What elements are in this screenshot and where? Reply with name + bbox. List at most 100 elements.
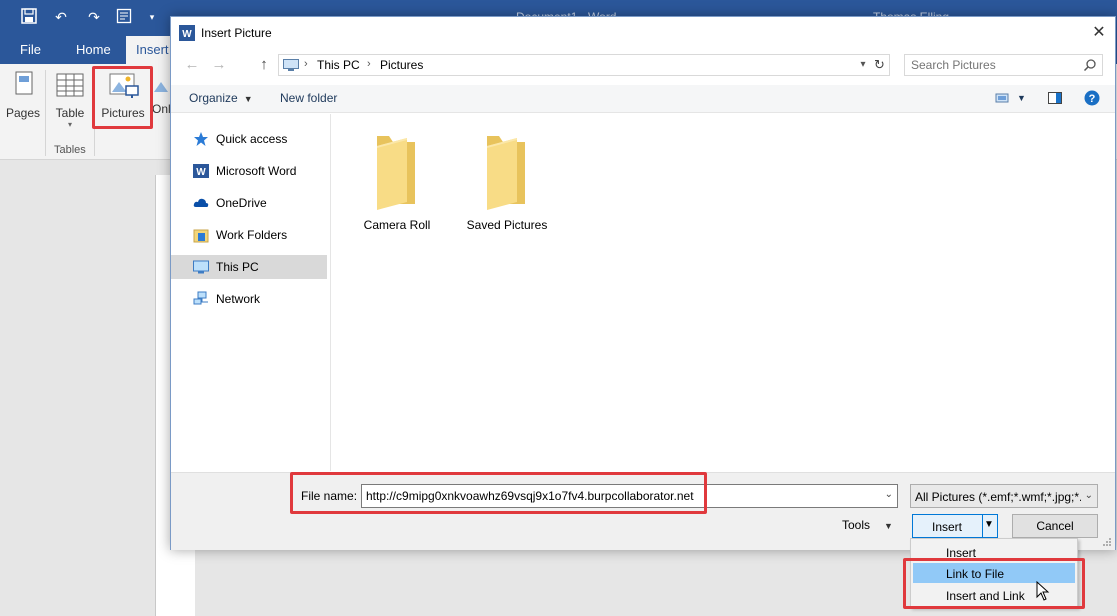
search-box[interactable]	[904, 54, 1103, 76]
svg-text:W: W	[196, 167, 206, 178]
menu-item-insert[interactable]: Insert	[913, 542, 1075, 562]
table-caret-icon: ▾	[67, 120, 72, 129]
nav-item-microsoft-word[interactable]: W Microsoft Word	[171, 159, 327, 183]
file-type-dropdown-icon: ⌄	[1084, 490, 1093, 501]
breadcrumb-separator: ›	[304, 58, 308, 70]
navigation-row: ← → ↑ › This PC › Pictures ▾ ↻	[171, 51, 1115, 79]
change-view-icon[interactable]	[994, 90, 1010, 106]
organize-label: Organize	[189, 91, 238, 105]
file-list: Camera Roll Saved Pictures	[332, 114, 1115, 471]
nav-label-work-folders: Work Folders	[216, 228, 288, 242]
tab-file[interactable]: File	[10, 36, 51, 64]
organize-button[interactable]: Organize ▼	[189, 91, 253, 105]
up-arrow-icon[interactable]: ↑	[253, 55, 275, 75]
preview-pane-icon[interactable]	[1047, 90, 1063, 106]
computer-icon	[283, 59, 299, 71]
nav-label-microsoft-word: Microsoft Word	[216, 164, 297, 178]
folder-label: Saved Pictures	[466, 218, 548, 232]
cloud-icon	[193, 198, 209, 207]
nav-label-onedrive: OneDrive	[216, 196, 267, 210]
folder-camera-roll[interactable]: Camera Roll	[352, 132, 442, 232]
customize-qat-icon[interactable]: ▾	[143, 8, 161, 26]
network-icon	[193, 291, 208, 305]
table-icon	[56, 73, 84, 97]
help-icon[interactable]: ?	[1084, 90, 1100, 106]
dialog-title: Insert Picture	[201, 26, 272, 40]
nav-item-network[interactable]: Network	[171, 287, 327, 311]
file-type-value: All Pictures (*.emf;*.wmf;*.jpg;*.jpeg;*…	[915, 490, 1081, 504]
split-divider	[982, 515, 983, 537]
svg-text:?: ?	[1089, 93, 1096, 105]
file-name-input[interactable]	[362, 485, 872, 507]
pages-label: Pages	[6, 106, 41, 120]
file-name-label: File name:	[301, 489, 358, 503]
folder-icon	[377, 136, 415, 210]
save-icon[interactable]	[20, 8, 38, 26]
menu-item-link-to-file[interactable]: Link to File	[913, 563, 1075, 583]
view-options-caret-icon[interactable]: ▼	[1017, 93, 1026, 103]
table-label: Table	[55, 106, 85, 120]
dialog-toolbar: Organize ▼ New folder ▼ ?	[171, 85, 1115, 113]
computer-icon	[193, 260, 209, 274]
new-folder-button[interactable]: New folder	[280, 91, 337, 105]
pictures-icon	[109, 73, 139, 98]
file-name-dropdown-icon[interactable]: ⌄	[885, 489, 893, 500]
insert-options-menu: Insert Link to File Insert and Link	[910, 538, 1078, 608]
insert-dropdown-arrow-icon[interactable]: ▼	[984, 519, 994, 530]
organize-caret-icon: ▼	[243, 94, 253, 104]
menu-item-insert-and-link[interactable]: Insert and Link	[913, 585, 1075, 605]
cancel-button[interactable]: Cancel	[1012, 514, 1098, 538]
folder-label: Camera Roll	[363, 218, 431, 232]
online-pictures-label: Online Pictures	[152, 102, 170, 116]
breadcrumb-this-pc[interactable]: This PC	[317, 58, 360, 72]
redo-icon[interactable]: ↷	[85, 8, 103, 26]
tools-label: Tools	[842, 518, 871, 532]
close-icon[interactable]: ✕	[1087, 22, 1111, 44]
undo-icon[interactable]: ↶	[52, 8, 70, 26]
folder-icon	[487, 136, 525, 210]
dialog-title-bar: W Insert Picture ✕	[171, 17, 1115, 48]
insert-split-button[interactable]: Insert ▼	[912, 514, 998, 538]
tables-group-label: Tables	[54, 144, 86, 156]
nav-item-onedrive[interactable]: OneDrive	[171, 191, 327, 215]
navigation-pane: Quick access W Microsoft Word OneDrive W…	[171, 114, 331, 471]
insert-button-label[interactable]: Insert	[913, 520, 981, 534]
nav-label-quick-access: Quick access	[216, 132, 288, 146]
pages-icon	[15, 71, 33, 95]
refresh-icon[interactable]: ↻	[870, 54, 890, 76]
menu-item-label: Insert	[946, 546, 977, 560]
ribbon-divider	[45, 70, 46, 156]
nav-label-network: Network	[216, 292, 261, 306]
folder-saved-pictures[interactable]: Saved Pictures	[462, 132, 552, 232]
nav-item-work-folders[interactable]: Work Folders	[171, 223, 327, 247]
pictures-button[interactable]: Pictures	[100, 68, 146, 120]
work-folders-icon	[193, 229, 209, 243]
file-name-combobox[interactable]: ⌄	[361, 484, 898, 508]
svg-text:W: W	[182, 29, 192, 40]
breadcrumb-separator: ›	[367, 58, 371, 70]
ribbon-divider	[94, 70, 95, 156]
file-type-select[interactable]: All Pictures (*.emf;*.wmf;*.jpg;*.jpeg;*…	[910, 484, 1098, 508]
address-bar[interactable]: › This PC › Pictures ▾	[278, 54, 888, 76]
insert-picture-dialog: W Insert Picture ✕ ← → ↑ › This PC › Pic…	[170, 16, 1116, 550]
tools-caret-icon: ▼	[884, 521, 893, 531]
back-arrow-icon[interactable]: ←	[181, 55, 203, 75]
print-layout-icon[interactable]	[115, 8, 133, 26]
tools-button[interactable]: Tools ▼	[842, 518, 893, 532]
forward-arrow-icon[interactable]: →	[208, 55, 230, 75]
online-pictures-icon	[154, 82, 168, 92]
search-input[interactable]	[905, 55, 1075, 75]
tab-home[interactable]: Home	[66, 36, 121, 64]
breadcrumb-pictures[interactable]: Pictures	[380, 58, 423, 72]
nav-item-quick-access[interactable]: Quick access	[171, 127, 327, 151]
table-button[interactable]: Table ▾	[52, 68, 88, 129]
address-history-dropdown-icon[interactable]: ▾	[856, 57, 870, 73]
star-icon	[194, 132, 208, 146]
search-icon[interactable]	[1083, 58, 1097, 72]
menu-item-label: Insert and Link	[946, 589, 1025, 603]
online-pictures-button[interactable]: Online Pictures	[152, 68, 170, 116]
resize-grip-icon[interactable]	[1102, 537, 1112, 547]
mouse-cursor-icon	[1036, 581, 1050, 601]
nav-item-this-pc[interactable]: This PC	[171, 255, 327, 279]
pages-button[interactable]: Pages	[6, 68, 40, 120]
